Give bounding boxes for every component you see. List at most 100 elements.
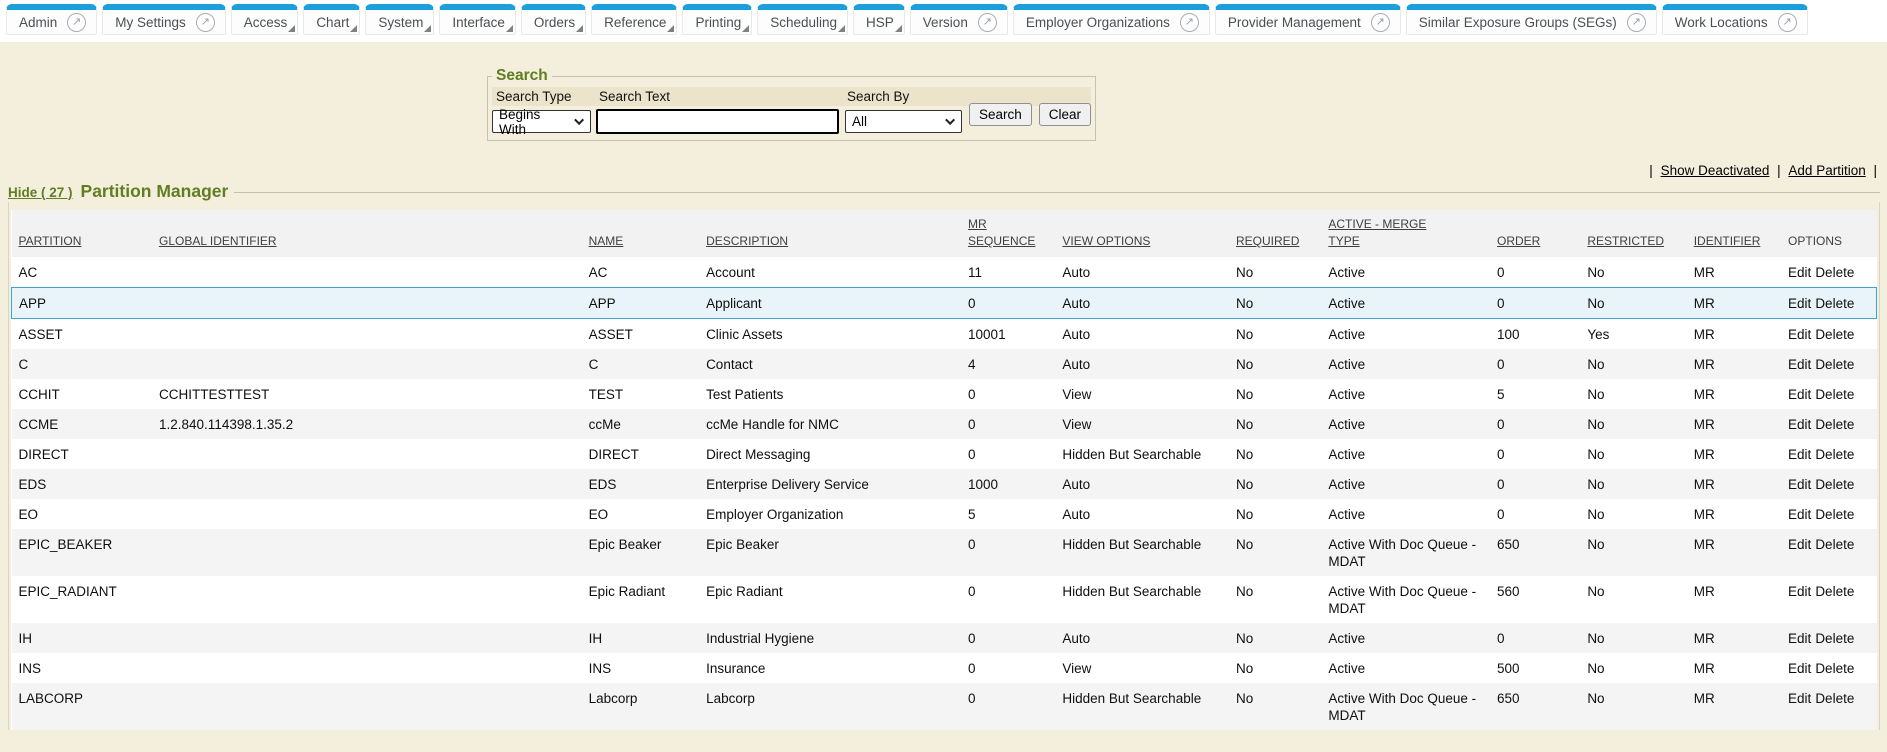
sort-link-mr-sequence[interactable]: MR SEQUENCE	[968, 217, 1035, 248]
delete-link[interactable]: Delete	[1815, 507, 1854, 522]
nav-tab-scheduling[interactable]: Scheduling	[757, 4, 848, 35]
sort-link-identifier[interactable]: IDENTIFIER	[1694, 234, 1761, 248]
sort-link-restricted[interactable]: RESTRICTED	[1587, 234, 1664, 248]
delete-link[interactable]: Delete	[1815, 417, 1854, 432]
table-row-app[interactable]: APPAPPApplicant0AutoNoActive0NoMREditDel…	[12, 288, 1877, 319]
external-link-icon[interactable]: ↗	[1371, 13, 1390, 32]
cell-description: Industrial Hygiene	[699, 623, 961, 653]
delete-link[interactable]: Delete	[1815, 631, 1854, 646]
delete-link[interactable]: Delete	[1815, 387, 1854, 402]
nav-tab-access[interactable]: Access	[231, 4, 299, 35]
table-row-epic-radiant[interactable]: EPIC_RADIANTEpic RadiantEpic Radiant0Hid…	[12, 576, 1877, 623]
show-deactivated-link[interactable]: Show Deactivated	[1661, 163, 1770, 178]
search-legend: Search	[492, 67, 552, 85]
sort-link-global-identifier[interactable]: GLOBAL IDENTIFIER	[159, 234, 277, 248]
edit-link[interactable]: Edit	[1788, 691, 1811, 706]
nav-tab-work-locations[interactable]: Work Locations↗	[1662, 4, 1808, 35]
table-row-ih[interactable]: IHIHIndustrial Hygiene0AutoNoActive0NoMR…	[12, 623, 1877, 653]
sort-link-description[interactable]: DESCRIPTION	[706, 234, 788, 248]
nav-tab-employer-organizations[interactable]: Employer Organizations↗	[1013, 4, 1210, 35]
edit-link[interactable]: Edit	[1788, 417, 1811, 432]
nav-tab-version[interactable]: Version↗	[910, 4, 1008, 35]
nav-tab-chart[interactable]: Chart	[303, 4, 360, 35]
cell-mr-sequence: 0	[961, 653, 1055, 683]
delete-link[interactable]: Delete	[1815, 265, 1854, 280]
external-link-icon[interactable]: ↗	[1778, 13, 1797, 32]
cell-global-identifier	[152, 576, 582, 623]
sort-link-view-options[interactable]: VIEW OPTIONS	[1062, 234, 1150, 248]
cell-order: 500	[1490, 653, 1580, 683]
edit-link[interactable]: Edit	[1788, 387, 1811, 402]
nav-tab-admin[interactable]: Admin↗	[6, 4, 97, 35]
delete-link[interactable]: Delete	[1815, 447, 1854, 462]
search-button[interactable]: Search	[969, 103, 1032, 126]
nav-tab-printing[interactable]: Printing	[682, 4, 752, 35]
external-link-icon[interactable]: ↗	[978, 13, 997, 32]
table-row-cchit[interactable]: CCHITCCHITTESTTESTTESTTest Patients0View…	[12, 379, 1877, 409]
table-row-labcorp[interactable]: LABCORPLabcorpLabcorp0Hidden But Searcha…	[12, 683, 1877, 730]
table-row-epic-beaker[interactable]: EPIC_BEAKEREpic BeakerEpic Beaker0Hidden…	[12, 529, 1877, 576]
edit-link[interactable]: Edit	[1788, 507, 1811, 522]
nav-tab-interface[interactable]: Interface	[439, 4, 516, 35]
cell-required: No	[1229, 529, 1321, 576]
table-row-eds[interactable]: EDSEDSEnterprise Delivery Service1000Aut…	[12, 469, 1877, 499]
sort-link-order[interactable]: ORDER	[1497, 234, 1540, 248]
external-link-icon[interactable]: ↗	[196, 13, 215, 32]
nav-tab-similar-exposure-groups-segs[interactable]: Similar Exposure Groups (SEGs)↗	[1406, 4, 1657, 35]
delete-link[interactable]: Delete	[1815, 327, 1854, 342]
nav-tab-system[interactable]: System	[365, 4, 434, 35]
search-by-select[interactable]: All	[845, 110, 962, 133]
cell-name: Epic Beaker	[582, 529, 699, 576]
edit-link[interactable]: Edit	[1788, 584, 1811, 599]
edit-link[interactable]: Edit	[1788, 631, 1811, 646]
nav-tab-my-settings[interactable]: My Settings↗	[102, 4, 226, 35]
external-link-icon[interactable]: ↗	[1627, 13, 1646, 32]
edit-link[interactable]: Edit	[1788, 537, 1811, 552]
sort-link-name[interactable]: NAME	[589, 234, 624, 248]
add-partition-link[interactable]: Add Partition	[1788, 163, 1865, 178]
hide-section-link[interactable]: Hide ( 27 )	[8, 185, 73, 200]
delete-link[interactable]: Delete	[1815, 537, 1854, 552]
cell-order: 5	[1490, 379, 1580, 409]
cell-partition: AC	[12, 257, 153, 288]
cell-global-identifier	[152, 439, 582, 469]
table-row-ins[interactable]: INSINSInsurance0ViewNoActive500NoMREditD…	[12, 653, 1877, 683]
table-row-direct[interactable]: DIRECTDIRECTDirect Messaging0Hidden But …	[12, 439, 1877, 469]
edit-link[interactable]: Edit	[1788, 265, 1811, 280]
edit-link[interactable]: Edit	[1788, 296, 1811, 311]
cell-view-options: Hidden But Searchable	[1055, 576, 1229, 623]
delete-link[interactable]: Delete	[1815, 296, 1854, 311]
table-row-c[interactable]: CCContact4AutoNoActive0NoMREditDelete	[12, 349, 1877, 379]
edit-link[interactable]: Edit	[1788, 477, 1811, 492]
table-row-ccme[interactable]: CCME1.2.840.114398.1.35.2ccMeccMe Handle…	[12, 409, 1877, 439]
delete-link[interactable]: Delete	[1815, 661, 1854, 676]
external-link-icon[interactable]: ↗	[67, 13, 86, 32]
edit-link[interactable]: Edit	[1788, 327, 1811, 342]
search-text-input[interactable]	[596, 109, 839, 134]
nav-tab-orders[interactable]: Orders	[521, 4, 586, 35]
edit-link[interactable]: Edit	[1788, 661, 1811, 676]
external-link-icon[interactable]: ↗	[1180, 13, 1199, 32]
delete-link[interactable]: Delete	[1815, 357, 1854, 372]
delete-link[interactable]: Delete	[1815, 477, 1854, 492]
cell-global-identifier: CCHITTESTTEST	[152, 379, 582, 409]
edit-link[interactable]: Edit	[1788, 357, 1811, 372]
delete-link[interactable]: Delete	[1815, 691, 1854, 706]
nav-tab-hsp[interactable]: HSP	[853, 4, 905, 35]
delete-link[interactable]: Delete	[1815, 584, 1854, 599]
sort-link-required[interactable]: REQUIRED	[1236, 234, 1299, 248]
sort-link-partition[interactable]: PARTITION	[19, 234, 82, 248]
sort-link-active-merge-type[interactable]: ACTIVE - MERGE TYPE	[1328, 217, 1426, 248]
nav-tab-provider-management[interactable]: Provider Management↗	[1215, 4, 1401, 35]
cell-global-identifier	[152, 683, 582, 730]
cell-mr-sequence: 0	[961, 623, 1055, 653]
table-row-asset[interactable]: ASSETASSETClinic Assets10001AutoNoActive…	[12, 319, 1877, 350]
cell-restricted: No	[1580, 288, 1686, 319]
table-row-ac[interactable]: ACACAccount11AutoNoActive0NoMREditDelete	[12, 257, 1877, 288]
edit-link[interactable]: Edit	[1788, 447, 1811, 462]
search-type-select[interactable]: Begins With	[492, 110, 591, 133]
nav-tab-reference[interactable]: Reference	[591, 4, 677, 35]
clear-button[interactable]: Clear	[1039, 103, 1091, 126]
table-row-eo[interactable]: EOEOEmployer Organization5AutoNoActive0N…	[12, 499, 1877, 529]
cell-description: Clinic Assets	[699, 319, 961, 350]
